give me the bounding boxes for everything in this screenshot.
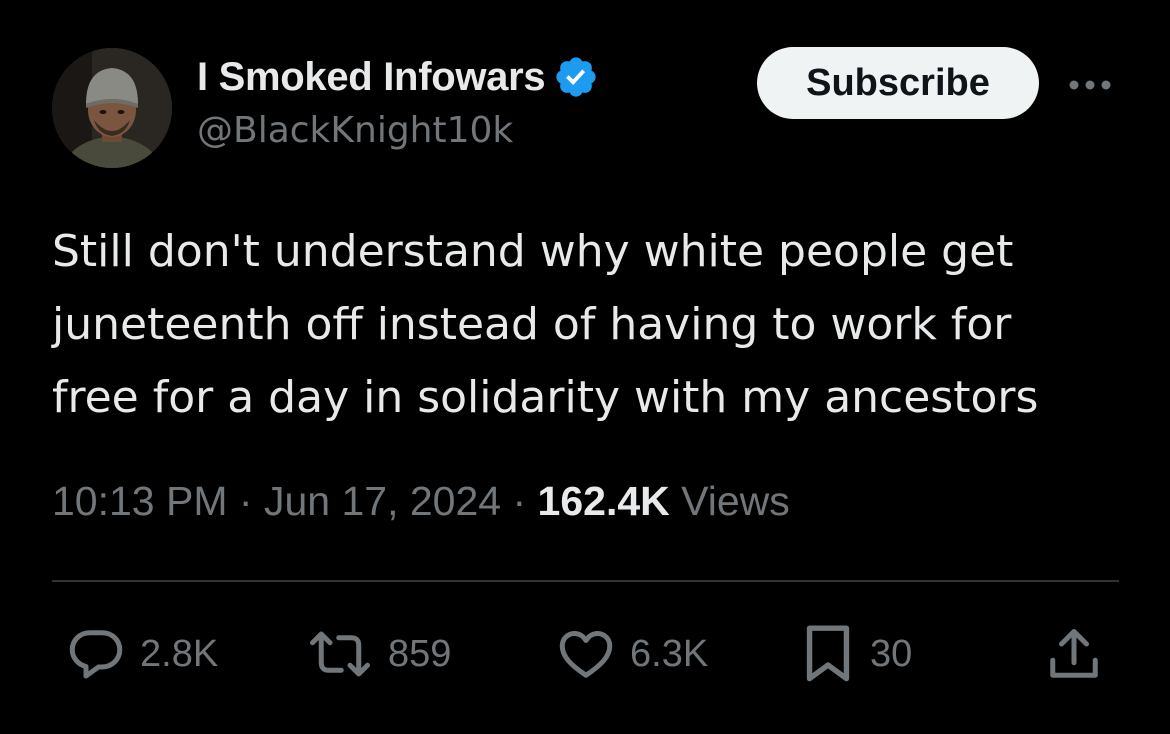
like-count: 6.3K xyxy=(630,632,709,675)
action-bar: 2.8K 859 6.3K 30 xyxy=(0,618,1170,690)
subscribe-button[interactable]: Subscribe xyxy=(757,47,1039,119)
like-button[interactable]: 6.3K xyxy=(556,618,708,690)
separator: · xyxy=(238,478,253,524)
author-avatar[interactable] xyxy=(52,48,172,168)
divider xyxy=(52,580,1119,582)
bookmark-count: 30 xyxy=(870,632,913,675)
like-heart-icon xyxy=(559,631,613,678)
bookmark-button[interactable]: 30 xyxy=(800,618,912,690)
tweet-time[interactable]: 10:13 PM xyxy=(52,478,228,524)
author-display-name[interactable]: I Smoked Infowars xyxy=(197,55,546,100)
reply-count: 2.8K xyxy=(140,632,219,675)
tweet-text: Still don't understand why white people … xyxy=(52,226,1039,423)
views-label[interactable]: Views xyxy=(681,478,790,524)
author-name-row[interactable]: I Smoked Infowars xyxy=(197,50,599,104)
more-horizontal-icon xyxy=(1069,80,1111,90)
share-button[interactable] xyxy=(1044,618,1104,690)
author-handle[interactable]: @BlackKnight10k xyxy=(197,110,513,151)
tweet-card: I Smoked Infowars @BlackKnight10k Subscr… xyxy=(0,0,1170,734)
repost-icon xyxy=(310,631,370,677)
separator: · xyxy=(512,478,527,524)
repost-button[interactable]: 859 xyxy=(306,618,451,690)
verified-badge-icon[interactable] xyxy=(553,54,599,100)
reply-icon xyxy=(69,630,123,679)
more-options-button[interactable] xyxy=(1065,60,1115,110)
tweet-metadata: 10:13 PM · Jun 17, 2024 · 162.4K Views xyxy=(52,478,790,525)
repost-count: 859 xyxy=(388,632,452,675)
views-count[interactable]: 162.4K xyxy=(538,478,670,524)
reply-button[interactable]: 2.8K xyxy=(66,618,218,690)
user-avatar-photo-icon xyxy=(52,48,172,168)
share-icon xyxy=(1050,629,1098,678)
tweet-date[interactable]: Jun 17, 2024 xyxy=(264,478,501,524)
bookmark-icon xyxy=(806,625,850,682)
